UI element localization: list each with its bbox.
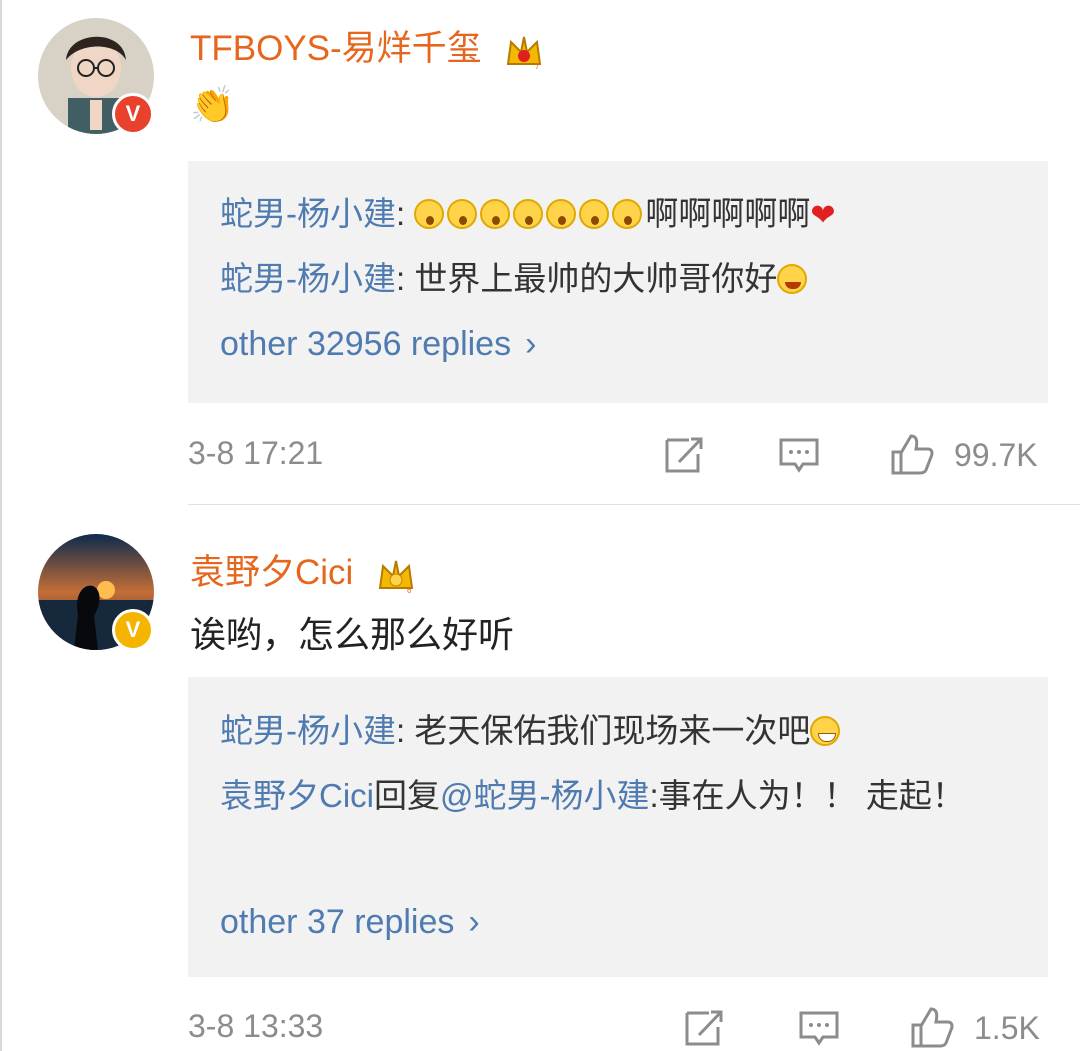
comments-page: V TFBOYS-易烊千玺 7 👏 蛇男-杨小建: 啊啊啊啊啊❤ 蛇男-杨小建:… [0, 0, 1080, 1051]
comment-card: V 袁野夕Cici 6 诶哟，怎么那么好听 蛇男-杨小建: 老天保佑我们现场来一… [2, 506, 1080, 1051]
surprised-emoji-icon [612, 199, 643, 229]
reply-author[interactable]: 蛇男-杨小建 [220, 712, 396, 749]
svg-text:7: 7 [535, 62, 540, 71]
share-icon[interactable] [662, 431, 708, 477]
reply-author[interactable]: 蛇男-杨小建 [220, 195, 396, 232]
chevron-right-icon: › [468, 903, 480, 941]
like-button[interactable]: 1.5K [908, 1004, 1040, 1051]
reply-author[interactable]: 袁野夕Cici [220, 777, 374, 814]
more-replies-link[interactable]: other 37 replies › [220, 903, 480, 942]
comment-content: 👏 [190, 85, 235, 126]
like-icon[interactable] [888, 431, 936, 479]
surprised-emoji-icon [579, 199, 610, 229]
crown-icon: 7 [507, 36, 542, 71]
comment-meta: 3-8 17:21 99.7K [188, 427, 1046, 483]
comment-username[interactable]: TFBOYS-易烊千玺 7 [190, 20, 545, 72]
surprised-emoji-icon [414, 199, 445, 229]
grinning-emoji-icon [810, 716, 841, 746]
reply-item[interactable]: 袁野夕Cici回复@蛇男-杨小建:事在人为！！ 走起！ [220, 766, 1008, 826]
reply-preview[interactable]: 蛇男-杨小建: 老天保佑我们现场来一次吧 袁野夕Cici回复@蛇男-杨小建:事在… [188, 677, 1048, 977]
like-count: 1.5K [974, 1009, 1040, 1046]
heart-eyes-emoji-icon [777, 264, 808, 294]
heart-icon: ❤ [810, 199, 836, 232]
comment-divider [188, 504, 1080, 505]
mention-link[interactable]: @蛇男-杨小建 [440, 777, 650, 814]
reply-item[interactable]: 蛇男-杨小建: 老天保佑我们现场来一次吧 [220, 701, 1008, 761]
reply-item[interactable]: 蛇男-杨小建: 世界上最帅的大帅哥你好 [220, 249, 1008, 309]
more-replies-link[interactable]: other 32956 replies › [220, 325, 536, 364]
like-icon[interactable] [908, 1004, 956, 1051]
comment-card: V TFBOYS-易烊千玺 7 👏 蛇男-杨小建: 啊啊啊啊啊❤ 蛇男-杨小建:… [2, 0, 1080, 505]
svg-text:6: 6 [407, 586, 412, 595]
chevron-right-icon: › [525, 325, 537, 363]
surprised-emoji-icon [480, 199, 511, 229]
comment-time: 3-8 13:33 [188, 1008, 324, 1044]
comment-icon[interactable] [776, 431, 822, 477]
comment-time: 3-8 17:21 [188, 435, 324, 471]
verified-badge: V [112, 93, 154, 135]
like-button[interactable]: 99.7K [888, 431, 1038, 479]
reply-author[interactable]: 蛇男-杨小建 [220, 260, 396, 297]
surprised-emoji-icon [447, 199, 478, 229]
reply-item[interactable]: 蛇男-杨小建: 啊啊啊啊啊❤ [220, 184, 1008, 246]
comment-meta: 3-8 13:33 1.5K [188, 1000, 1046, 1051]
comment-icon[interactable] [796, 1004, 842, 1050]
like-count: 99.7K [954, 436, 1038, 473]
share-icon[interactable] [682, 1004, 728, 1050]
comment-username[interactable]: 袁野夕Cici 6 [190, 544, 417, 596]
reply-preview[interactable]: 蛇男-杨小建: 啊啊啊啊啊❤ 蛇男-杨小建: 世界上最帅的大帅哥你好 other… [188, 161, 1048, 403]
verified-badge: V [112, 609, 154, 651]
surprised-emoji-icon [546, 199, 577, 229]
crown-icon: 6 [378, 560, 414, 595]
comment-content: 诶哟，怎么那么好听 [190, 615, 515, 656]
surprised-emoji-icon [513, 199, 544, 229]
